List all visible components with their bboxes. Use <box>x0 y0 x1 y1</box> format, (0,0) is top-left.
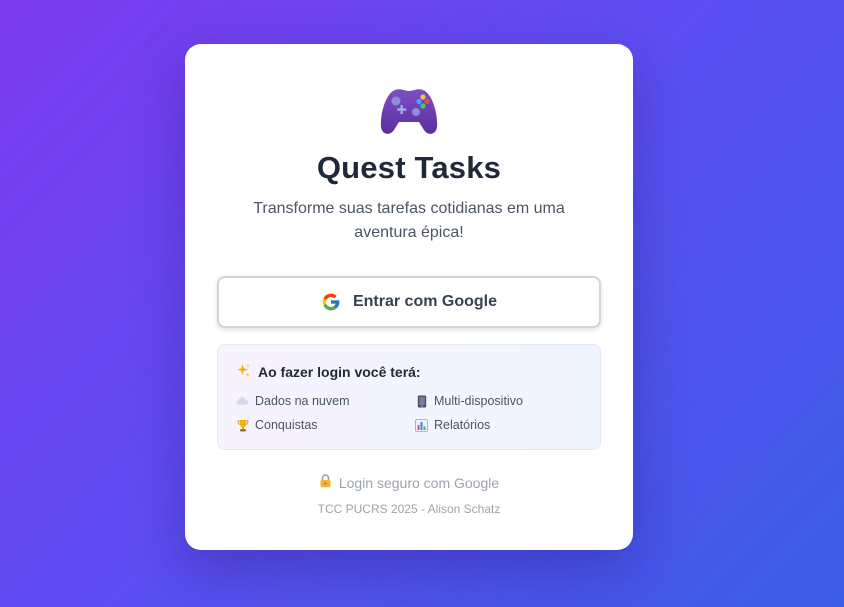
features-heading: Ao fazer login você terá: <box>236 363 421 381</box>
lock-icon <box>319 474 332 491</box>
app-subtitle: Transforme suas tarefas cotidianas em um… <box>253 200 565 241</box>
feature-label: Dados na nuvem <box>255 394 350 408</box>
sparkles-icon <box>236 363 251 381</box>
feature-label: Conquistas <box>255 418 318 432</box>
google-login-label: Entrar com Google <box>352 293 498 310</box>
feature-label: Multi-dispositivo <box>434 394 523 408</box>
bar-chart-icon <box>415 418 428 432</box>
feature-item-achievements: Conquistas <box>236 418 318 432</box>
features-heading-text: Ao fazer login você terá: <box>258 364 421 380</box>
secure-login-note: Login seguro com Google <box>185 474 633 491</box>
mobile-phone-icon <box>415 394 428 408</box>
feature-item-multi-device: Multi-dispositivo <box>415 394 523 408</box>
feature-item-reports: Relatórios <box>415 418 490 432</box>
feature-label: Relatórios <box>434 418 491 432</box>
secure-login-text: Login seguro com Google <box>338 474 500 491</box>
game-controller-icon <box>379 85 439 142</box>
login-card: Quest Tasks Transforme suas tarefas coti… <box>185 44 633 550</box>
footer-credits: TCC PUCRS 2025 - Alison Schatz <box>317 502 501 516</box>
google-g-icon <box>321 292 341 312</box>
google-login-button[interactable]: Entrar com Google <box>217 276 601 328</box>
feature-item-cloud: Dados na nuvem <box>236 394 350 408</box>
trophy-icon <box>236 419 249 432</box>
app-title: Quest Tasks <box>316 150 502 185</box>
features-box: Ao fazer login você terá: Dados na nuvem… <box>217 344 601 450</box>
app-logo <box>185 86 633 140</box>
cloud-icon <box>236 395 249 408</box>
